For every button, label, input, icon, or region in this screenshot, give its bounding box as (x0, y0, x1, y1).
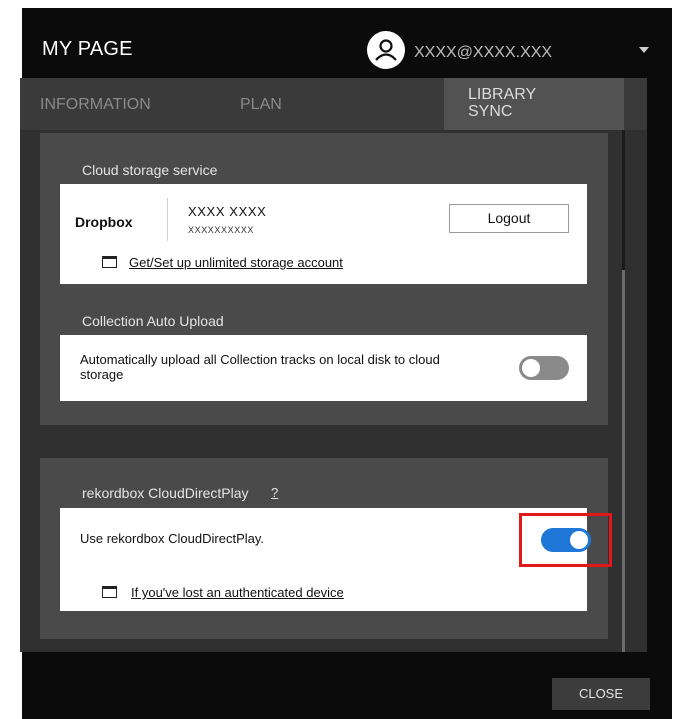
tab-library-sync-line2: SYNC (468, 103, 513, 120)
account-name: XXXX XXXX (188, 204, 267, 219)
external-window-icon (102, 256, 117, 268)
dropbox-panel: Dropbox XXXX XXXX XXXXXXXXXX Logout Get/… (60, 184, 587, 284)
close-button[interactable]: CLOSE (552, 678, 650, 710)
account-id: XXXXXXXXXX (188, 225, 255, 235)
cloud-direct-play-option: Use rekordbox CloudDirectPlay. (80, 531, 264, 546)
tab-information[interactable]: INFORMATION (20, 78, 220, 130)
auto-upload-label: Collection Auto Upload (82, 313, 224, 329)
tab-bar: INFORMATION PLAN LIBRARY SYNC (20, 78, 647, 130)
storage-account-link[interactable]: Get/Set up unlimited storage account (129, 255, 343, 270)
highlight-box (519, 513, 612, 567)
help-icon[interactable]: ? (271, 485, 278, 500)
cloud-direct-play-label: rekordbox CloudDirectPlay (82, 485, 249, 501)
auto-upload-toggle[interactable] (519, 356, 569, 380)
tab-library-sync-line1: LIBRARY (468, 86, 537, 103)
page-title: MY PAGE (42, 38, 133, 60)
cloud-storage-label: Cloud storage service (82, 162, 218, 178)
auto-upload-panel: Automatically upload all Collection trac… (60, 335, 587, 401)
logout-button[interactable]: Logout (449, 204, 569, 233)
divider (167, 198, 168, 241)
cloud-direct-play-panel: Use rekordbox CloudDirectPlay. If you've… (60, 508, 591, 611)
scrollbar-thumb[interactable] (622, 270, 625, 652)
toggle-knob (522, 359, 540, 377)
tab-plan[interactable]: PLAN (220, 78, 444, 130)
external-window-icon (102, 586, 117, 598)
lost-device-link[interactable]: If you've lost an authenticated device (131, 585, 344, 600)
tab-library-sync[interactable]: LIBRARY SYNC (444, 78, 624, 130)
auto-upload-description: Automatically upload all Collection trac… (80, 352, 440, 382)
header: MY PAGE XXXX@XXXX.XXX (22, 8, 672, 86)
user-email[interactable]: XXXX@XXXX.XXX (414, 44, 552, 62)
user-icon[interactable] (367, 31, 405, 69)
chevron-down-icon[interactable] (639, 47, 649, 53)
provider-name: Dropbox (75, 214, 133, 230)
